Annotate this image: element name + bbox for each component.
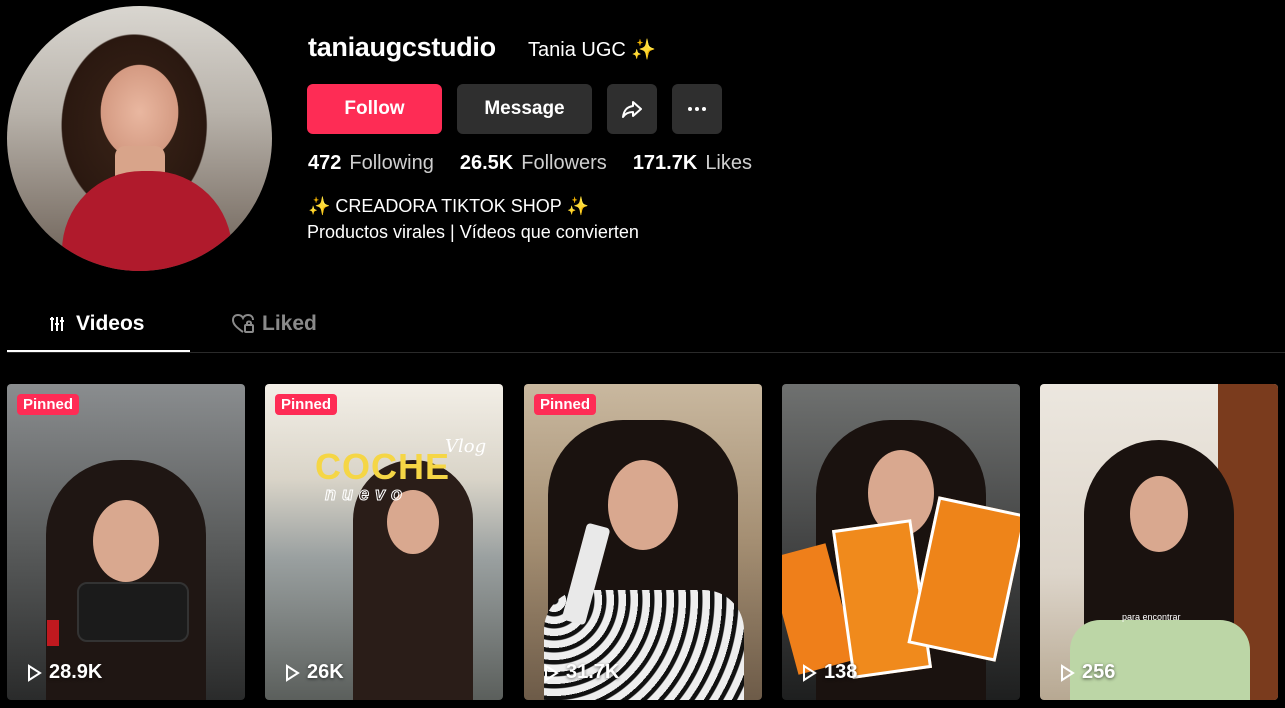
stat-followers[interactable]: 26.5K Followers	[460, 152, 607, 175]
profile-username: taniaugcstudio	[308, 32, 496, 62]
view-count-value: 31.7K	[566, 661, 620, 683]
tab-liked[interactable]: Liked	[232, 312, 317, 336]
view-count-value: 26K	[307, 661, 344, 683]
video-overlay-title: COCHE	[315, 446, 451, 487]
video-card[interactable]: para encontrar 256	[1040, 384, 1278, 700]
video-card[interactable]: COCHE nuevo Vlog Pinned 26K	[265, 384, 503, 700]
video-card[interactable]: Pinned 31.7K	[524, 384, 762, 700]
pinned-badge: Pinned	[17, 394, 80, 415]
follow-button[interactable]: Follow	[307, 84, 442, 134]
view-count-value: 256	[1082, 661, 1116, 683]
stat-likes-label: Likes	[705, 152, 753, 174]
stat-followers-value: 26.5K	[459, 152, 514, 174]
stat-following-value: 472	[308, 152, 342, 174]
tab-videos[interactable]: Videos	[50, 312, 144, 336]
view-count: 31.7K	[542, 661, 619, 684]
video-card[interactable]: Pinned 28.9K	[7, 384, 245, 700]
profile-tabs: Videos Liked	[7, 300, 1285, 353]
share-icon	[622, 101, 642, 118]
stat-following[interactable]: 472 Following	[308, 152, 434, 175]
video-grid: Pinned 28.9K COCHE nuevo Vlog Pinned 26K…	[7, 384, 1279, 700]
stat-likes-value: 171.7K	[632, 152, 698, 174]
video-overlay-script: Vlog	[445, 436, 487, 457]
profile-stats: 472 Following 26.5K Followers 171.7K Likes	[308, 152, 752, 175]
view-count: 256	[1058, 661, 1115, 684]
heart-lock-icon	[232, 314, 254, 333]
video-caption: para encontrar	[1122, 612, 1181, 622]
view-count: 26K	[283, 661, 344, 684]
stat-followers-label: Followers	[521, 152, 607, 174]
more-dots-icon	[688, 107, 706, 111]
active-tab-indicator	[7, 350, 190, 352]
video-overlay-subtitle: nuevo	[324, 484, 409, 505]
grid-icon	[50, 317, 64, 331]
pinned-badge: Pinned	[275, 394, 338, 415]
video-thumbnail-face	[1130, 476, 1188, 552]
avatar-dress	[62, 171, 232, 271]
video-thumbnail-arrow	[47, 620, 59, 646]
view-count-value: 138	[824, 661, 858, 683]
play-icon	[1061, 663, 1075, 682]
play-icon	[28, 663, 42, 682]
video-thumbnail-product	[77, 582, 189, 642]
video-card[interactable]: 138	[782, 384, 1020, 700]
play-icon	[286, 663, 300, 682]
pinned-badge: Pinned	[534, 394, 597, 415]
play-icon	[545, 663, 559, 682]
view-count: 138	[800, 661, 857, 684]
video-thumbnail-face	[608, 460, 678, 550]
bio-line-2: Productos virales | Vídeos que convierte…	[307, 222, 639, 242]
stat-likes: 171.7K Likes	[633, 152, 752, 175]
view-count: 28.9K	[25, 661, 102, 684]
share-button[interactable]	[607, 84, 657, 134]
play-icon	[803, 663, 817, 682]
stat-following-label: Following	[349, 152, 434, 174]
message-button[interactable]: Message	[457, 84, 592, 134]
bio-line-1: ✨ CREADORA TIKTOK SHOP ✨	[308, 196, 589, 216]
profile-nickname: Tania UGC ✨	[528, 39, 657, 61]
more-options-button[interactable]	[672, 84, 722, 134]
profile-avatar[interactable]	[7, 6, 272, 271]
tab-liked-label: Liked	[262, 312, 317, 335]
tab-videos-label: Videos	[76, 312, 145, 335]
video-thumbnail-top	[1070, 620, 1250, 700]
video-thumbnail-face	[93, 500, 159, 582]
view-count-value: 28.9K	[49, 661, 103, 683]
